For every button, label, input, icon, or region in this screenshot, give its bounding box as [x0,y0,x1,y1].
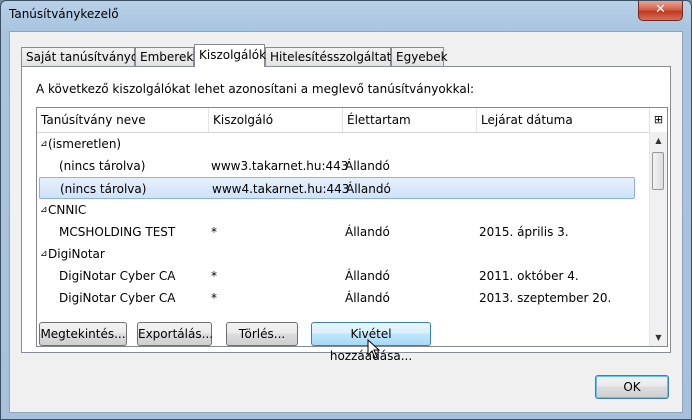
lifetime-cell: Állandó [345,269,390,283]
scroll-down-icon[interactable]: ▼ [650,329,667,346]
tab-authorities[interactable]: Hitelesítésszolgáltatók [265,47,406,66]
view-button[interactable]: Megtekintés... [39,322,127,346]
expires-cell: 2015. április 3. [479,225,569,239]
expand-toggle-icon[interactable]: ⊿ [40,199,48,221]
certificate-tree[interactable]: Tanúsítvány neve Kiszolgáló Élettartam L… [36,107,668,347]
server-cell: * [211,291,217,305]
close-icon: ✕ [655,2,666,17]
expand-toggle-icon[interactable]: ⊿ [40,133,48,155]
lifetime-cell: Állandó [345,159,390,173]
server-cell: www3.takarnet.hu:443 [211,159,349,173]
delete-button[interactable]: Törlés... [226,322,298,346]
ok-button[interactable]: OK [595,375,669,399]
mouse-pointer-icon [367,339,381,359]
scroll-thumb[interactable] [652,152,664,190]
lifetime-cell: Állandó [345,225,390,239]
tree-group-row[interactable]: ⊿ (ismeretlen) [37,133,635,155]
tree-item-row[interactable]: DigiNotar Cyber CA * Állandó 2011. október … [37,265,635,287]
window-title: Tanúsítványkezelő [9,7,119,21]
tree-scrollbar[interactable]: ▲ ▼ [649,132,667,346]
cert-name-cell: DigiNotar Cyber CA [59,291,176,305]
panel-description: A következő kiszolgálókat lehet azonosít… [36,82,475,96]
server-cell: www4.takarnet.hu:443 [212,182,350,196]
group-name: (ismeretlen) [48,137,122,151]
cert-name-cell: DigiNotar Cyber CA [59,269,176,283]
cert-name-cell: (nincs tárolva) [60,182,147,196]
column-header-server[interactable]: Kiszolgáló [209,108,343,132]
column-header-name[interactable]: Tanúsítvány neve [37,108,209,132]
cert-name-cell: (nincs tárolva) [59,159,146,173]
tree-item-row[interactable]: (nincs tárolva) www3.takarnet.hu:443 Állan… [37,155,635,177]
title-bar[interactable]: Tanúsítványkezelő ✕ [1,1,691,29]
tab-people[interactable]: Emberek [135,47,194,66]
tree-header: Tanúsítvány neve Kiszolgáló Élettartam L… [37,108,667,133]
tree-item-row[interactable]: MCSHOLDING TEST * Állandó 2015. április 3. [37,221,635,243]
tab-own-certificates[interactable]: Saját tanúsítványok [21,47,145,66]
column-header-lifetime[interactable]: Élettartam [343,108,477,132]
group-name: CNNIC [48,203,87,217]
cert-name-cell: MCSHOLDING TEST [59,225,176,239]
tree-item-row[interactable]: (nincs tárolva) www4.takarnet.hu:443 Állan… [39,177,635,199]
close-button[interactable]: ✕ [638,1,683,21]
column-picker-icon[interactable]: ⊞ [649,108,667,132]
tab-servers[interactable]: Kiszolgálók [194,44,266,67]
server-cell: * [211,225,217,239]
scroll-up-icon[interactable]: ▲ [650,132,667,149]
column-header-expires[interactable]: Lejárat dátuma [477,108,649,132]
expires-cell: 2013. szeptember 20. [479,291,612,305]
expand-toggle-icon[interactable]: ⊿ [40,243,48,265]
servers-tab-panel: A következő kiszolgálókat lehet azonosít… [21,66,671,353]
dialog-body: Saját tanúsítványok Emberek Kiszolgálók … [9,31,683,413]
export-button[interactable]: Exportálás... [137,322,213,346]
lifetime-cell: Állandó [346,182,391,196]
tree-item-row[interactable]: DigiNotar Cyber CA * Állandó 2013. szeptemb… [37,287,635,309]
server-cell: * [211,269,217,283]
group-name: DigiNotar [48,247,105,261]
certificate-manager-window: Tanúsítványkezelő ✕ Saját tanúsítványok … [0,0,692,420]
expires-cell: 2011. október 4. [479,269,579,283]
tab-others[interactable]: Egyebek [391,47,448,66]
tree-group-row[interactable]: ⊿ DigiNotar [37,243,635,265]
lifetime-cell: Állandó [345,291,390,305]
tree-group-row[interactable]: ⊿ CNNIC [37,199,635,221]
